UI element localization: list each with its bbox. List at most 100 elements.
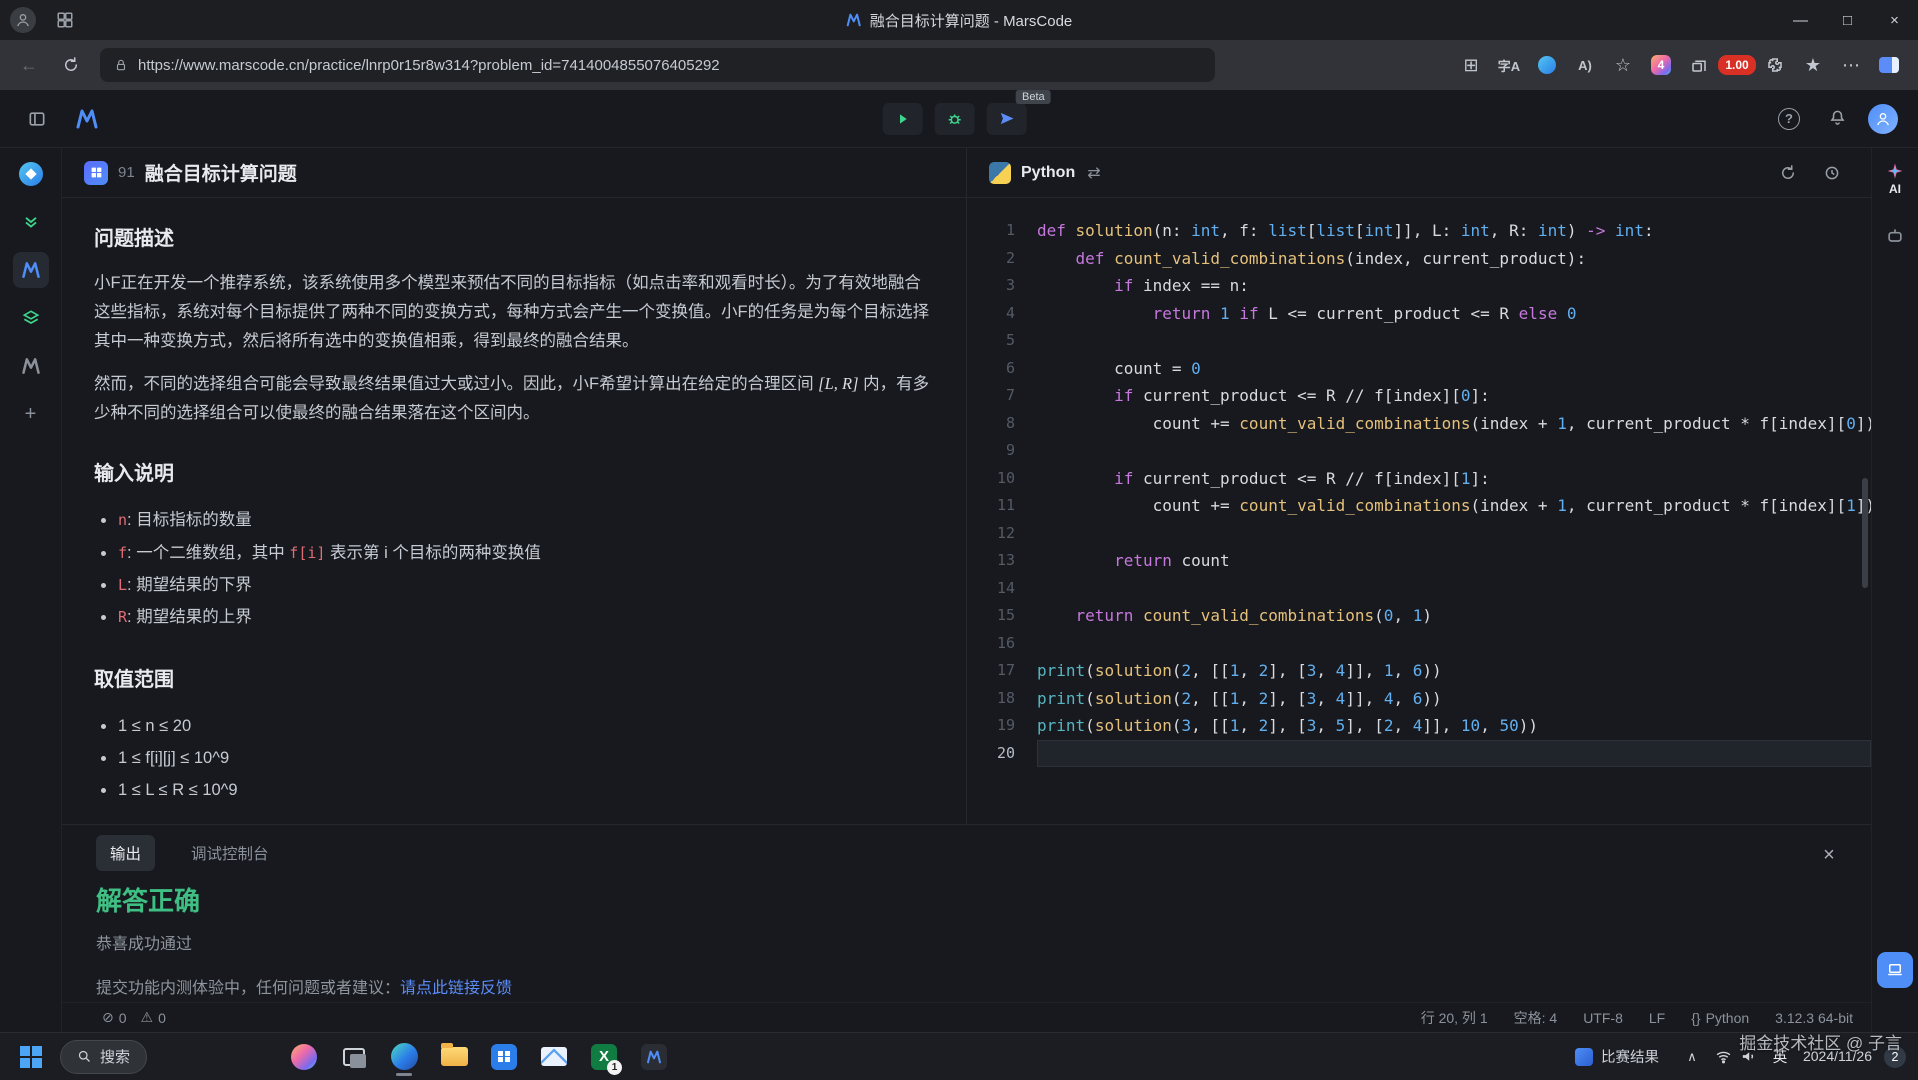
start-button[interactable] <box>10 1036 52 1078</box>
favorite-star-icon[interactable]: ☆ <box>1604 47 1642 83</box>
editor-scrollbar[interactable] <box>1862 478 1868 588</box>
taskbar-search[interactable]: 搜索 <box>60 1039 148 1074</box>
line-number[interactable]: 2 <box>967 245 1015 273</box>
code-line[interactable]: print(solution(2, [[1, 2], [3, 4]], 1, 6… <box>1037 657 1871 685</box>
help-icon[interactable]: ? <box>1772 102 1806 136</box>
line-number[interactable]: 6 <box>967 355 1015 383</box>
code-line[interactable]: count += count_valid_combinations(index … <box>1037 410 1871 438</box>
assistant-robot-icon[interactable] <box>1877 218 1913 254</box>
close-button[interactable]: × <box>1871 0 1918 40</box>
code-line[interactable]: return count_valid_combinations(0, 1) <box>1037 602 1871 630</box>
notification-count-badge[interactable]: 2 <box>1884 1045 1906 1068</box>
line-number[interactable]: 10 <box>967 465 1015 493</box>
user-avatar[interactable] <box>1868 103 1898 134</box>
workspaces-icon[interactable] <box>50 5 80 35</box>
code-line[interactable]: print(solution(3, [[1, 2], [3, 5], [2, 4… <box>1037 712 1871 740</box>
task-view-icon[interactable] <box>333 1036 375 1078</box>
encoding-setting[interactable]: UTF-8 <box>1583 1010 1623 1026</box>
contest-window-button[interactable]: 比赛结果 <box>1565 1037 1669 1077</box>
marscode-logo[interactable] <box>70 102 104 136</box>
submission-history-icon[interactable] <box>1815 156 1849 190</box>
run-button[interactable] <box>882 102 923 135</box>
store-icon[interactable] <box>483 1036 525 1078</box>
python-runtime[interactable]: 3.12.3 64-bit <box>1775 1010 1853 1026</box>
browser-profile-avatar[interactable] <box>10 7 36 33</box>
file-explorer-icon[interactable] <box>433 1036 475 1078</box>
mail-icon[interactable] <box>533 1036 575 1078</box>
code-line[interactable]: def count_valid_combinations(index, curr… <box>1037 245 1871 273</box>
system-tray[interactable] <box>1715 1048 1757 1065</box>
code-line[interactable]: return 1 if L <= current_product <= R el… <box>1037 300 1871 328</box>
floating-widget-button[interactable] <box>1877 952 1913 988</box>
address-bar[interactable]: https://www.marscode.cn/practice/lnrp0r1… <box>100 48 1215 82</box>
line-number[interactable]: 18 <box>967 685 1015 713</box>
code-line[interactable] <box>1037 630 1871 658</box>
line-number[interactable]: 20 <box>967 740 1015 768</box>
language-swap-icon[interactable]: ⇄ <box>1087 163 1100 183</box>
line-number[interactable]: 7 <box>967 382 1015 410</box>
extensions-puzzle-icon[interactable] <box>1756 47 1794 83</box>
line-number[interactable]: 5 <box>967 327 1015 355</box>
copilot-sidebar-icon[interactable] <box>1870 47 1908 83</box>
apps-grid-icon[interactable]: ⊞ <box>1452 47 1490 83</box>
line-number[interactable]: 12 <box>967 520 1015 548</box>
code-line[interactable]: if index == n: <box>1037 272 1871 300</box>
line-number[interactable]: 19 <box>967 712 1015 740</box>
line-number[interactable]: 17 <box>967 657 1015 685</box>
line-number[interactable]: 1 <box>967 217 1015 245</box>
code-line[interactable] <box>1037 575 1871 603</box>
code-line[interactable]: return count <box>1037 547 1871 575</box>
marscode-taskbar-icon[interactable] <box>633 1036 675 1078</box>
favorites-bar-icon[interactable]: ★ <box>1794 47 1832 83</box>
practice-icon-active[interactable] <box>12 252 49 288</box>
collections-icon[interactable] <box>1680 47 1718 83</box>
submit-button[interactable]: Beta <box>986 89 1051 135</box>
more-menu-icon[interactable]: ⋯ <box>1832 47 1870 83</box>
line-number[interactable]: 3 <box>967 272 1015 300</box>
code-line[interactable]: if current_product <= R // f[index][0]: <box>1037 382 1871 410</box>
ai-assistant-icon[interactable]: AI <box>1886 162 1904 196</box>
code-line[interactable] <box>1037 739 1871 767</box>
code-editor[interactable]: 1 2 3 4 5 6 7 8 9 10 11 12 13 14 15 16 17 18 19 20 def solu… <box>967 198 1871 824</box>
eol-setting[interactable]: LF <box>1649 1010 1665 1026</box>
marscode-gray-icon[interactable] <box>13 348 49 384</box>
line-number[interactable]: 16 <box>967 630 1015 658</box>
code-line[interactable] <box>1037 327 1871 355</box>
line-number[interactable]: 8 <box>967 410 1015 438</box>
code-line[interactable]: if current_product <= R // f[index][1]: <box>1037 465 1871 493</box>
feedback-link[interactable]: 请点此链接反馈 <box>400 980 512 997</box>
copilot-icon[interactable] <box>283 1036 325 1078</box>
add-icon[interactable]: + <box>13 396 49 432</box>
tray-chevron-icon[interactable]: ∧ <box>1677 1037 1707 1077</box>
output-close-icon[interactable]: × <box>1815 841 1843 869</box>
back-button[interactable]: ← <box>10 47 48 83</box>
output-tab-1[interactable]: 调试控制台 <box>177 835 283 871</box>
excel-icon[interactable]: X1 <box>583 1036 625 1078</box>
code-line[interactable] <box>1037 437 1871 465</box>
code-line[interactable]: print(solution(2, [[1, 2], [3, 4]], 4, 6… <box>1037 685 1871 713</box>
code-line[interactable] <box>1037 520 1871 548</box>
errors-status[interactable]: ⊘ 0 <box>102 1009 127 1026</box>
line-number[interactable]: 9 <box>967 437 1015 465</box>
warnings-status[interactable]: ⚠ 0 <box>141 1009 166 1026</box>
line-number[interactable]: 13 <box>967 547 1015 575</box>
ime-indicator[interactable]: 英 <box>1765 1042 1795 1072</box>
sidebar-toggle-icon[interactable] <box>20 102 54 136</box>
line-number[interactable]: 11 <box>967 492 1015 520</box>
edge-icon[interactable] <box>383 1036 425 1078</box>
cursor-position[interactable]: 行 20, 列 1 <box>1421 1008 1488 1028</box>
wallet-price-badge[interactable]: 1.00 <box>1718 47 1756 83</box>
extension-shortcut-icon[interactable] <box>1528 47 1566 83</box>
taskbar-clock[interactable]: 2024/11/26 <box>1803 1048 1876 1065</box>
maximize-button[interactable]: □ <box>1824 0 1871 40</box>
explore-icon[interactable] <box>13 156 49 192</box>
refresh-button[interactable] <box>52 47 90 83</box>
minimize-button[interactable]: — <box>1777 0 1824 40</box>
line-number[interactable]: 15 <box>967 602 1015 630</box>
language-mode[interactable]: {} Python <box>1691 1010 1749 1026</box>
notifications-bell-icon[interactable] <box>1820 102 1854 136</box>
extension-count-badge[interactable]: 4 <box>1642 47 1680 83</box>
output-tab-0[interactable]: 输出 <box>96 835 156 871</box>
problem-description[interactable]: 问题描述 小F正在开发一个推荐系统，该系统使用多个模型来预估不同的目标指标（如点… <box>62 198 966 824</box>
code-line[interactable]: count = 0 <box>1037 355 1871 383</box>
